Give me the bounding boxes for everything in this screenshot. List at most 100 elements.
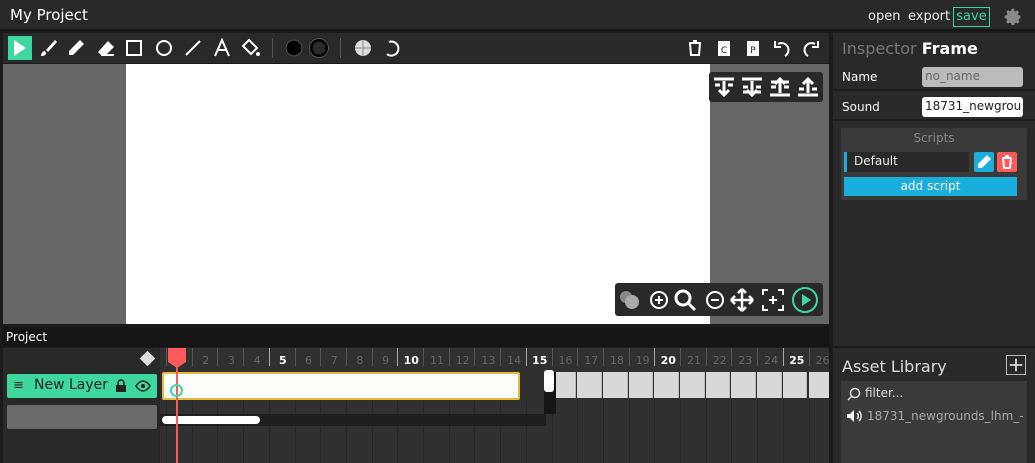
rotate-icon[interactable]	[381, 36, 405, 60]
project-title[interactable]: My Project	[10, 6, 88, 24]
brush-icon[interactable]	[36, 36, 60, 60]
frame-tick	[474, 348, 476, 366]
add-layer-button[interactable]	[7, 405, 157, 429]
frame-number[interactable]: 26	[813, 354, 830, 367]
keyframe-dot-icon[interactable]	[170, 384, 183, 397]
frame-number[interactable]: 11	[427, 354, 447, 367]
frame-number[interactable]: 5	[273, 354, 293, 367]
canvas-area[interactable]	[3, 64, 829, 324]
circle-icon[interactable]	[152, 36, 176, 60]
pencil-icon[interactable]	[64, 36, 88, 60]
open-button[interactable]: open	[868, 9, 900, 24]
paste-icon[interactable]: P	[741, 36, 765, 60]
frame-number[interactable]: 17	[581, 354, 601, 367]
frame-number[interactable]: 2	[196, 354, 216, 367]
frame-number[interactable]: 4	[247, 354, 267, 367]
frame-number[interactable]: 19	[633, 354, 653, 367]
script-item[interactable]: Default	[844, 152, 969, 172]
frames-grid[interactable]: 2 3 4 5 6 7 8 9 10 11 12 13 14 15 16 17 18 19 20 21 22 23 24 25…	[160, 348, 829, 463]
frame-number[interactable]: 7	[324, 354, 344, 367]
stroke-color-swatch[interactable]	[307, 36, 331, 60]
frame-number[interactable]: 23	[735, 354, 755, 367]
fill-color-swatch[interactable]	[282, 36, 306, 60]
frame-number[interactable]: 12	[453, 354, 473, 367]
frame-number[interactable]: 13	[478, 354, 498, 367]
frame-number[interactable]: 14	[504, 354, 524, 367]
frame-cell[interactable]	[680, 372, 705, 398]
move-to-back-icon[interactable]	[712, 75, 736, 99]
play-icon	[802, 294, 811, 306]
frame-cell[interactable]	[577, 372, 602, 398]
frame-number[interactable]: 9	[376, 354, 396, 367]
lock-icon[interactable]	[115, 379, 127, 393]
recenter-icon[interactable]	[760, 287, 786, 313]
layer-row[interactable]: ≡ New Layer	[7, 374, 157, 398]
frame-block[interactable]	[162, 372, 520, 400]
name-field[interactable]: no_name	[922, 67, 1023, 87]
brush-size-icon[interactable]	[351, 36, 375, 60]
frame-number[interactable]: 21	[684, 354, 704, 367]
sound-row: Sound 18731_newgrou	[833, 93, 1035, 121]
copy-icon[interactable]: C	[712, 36, 736, 60]
sound-field[interactable]: 18731_newgrou	[922, 97, 1023, 117]
frame-number[interactable]: 18	[607, 354, 627, 367]
plus-icon[interactable]	[1006, 355, 1026, 375]
asset-filter[interactable]: filter...	[845, 385, 1023, 402]
save-button[interactable]: save	[953, 7, 990, 27]
zoom-out-icon[interactable]	[702, 287, 728, 313]
frame-number[interactable]: 24	[761, 354, 781, 367]
frame-cell[interactable]	[808, 372, 829, 398]
add-script-button[interactable]: add script	[844, 177, 1017, 196]
pan-icon[interactable]	[729, 287, 755, 313]
drag-handle-icon[interactable]: ≡	[13, 378, 24, 393]
redo-icon[interactable]	[799, 36, 823, 60]
undo-icon[interactable]	[770, 36, 794, 60]
edit-script-icon[interactable]	[974, 152, 994, 172]
frame-cell[interactable]	[705, 372, 731, 398]
grid-line	[166, 400, 167, 463]
frame-number[interactable]: 25	[787, 354, 807, 367]
frame-number[interactable]: 6	[299, 354, 319, 367]
zoom-icon[interactable]	[672, 287, 698, 313]
asset-item[interactable]: 18731_newgrounds_lhm_-_	[845, 407, 1023, 425]
frame-number[interactable]: 10	[401, 354, 421, 367]
frame-resize-handle[interactable]	[544, 370, 554, 392]
frame-cell[interactable]	[654, 372, 679, 398]
onion-skin-icon[interactable]	[617, 287, 643, 313]
frame-number[interactable]: 20	[658, 354, 678, 367]
frame-number[interactable]: 15	[530, 354, 550, 367]
zoom-in-icon[interactable]	[646, 287, 672, 313]
frame-cell[interactable]	[782, 372, 808, 398]
frame-cell[interactable]	[602, 372, 628, 398]
frame-cell[interactable]	[757, 372, 782, 398]
cursor-icon[interactable]	[8, 36, 32, 60]
fill-bucket-icon[interactable]	[239, 36, 263, 60]
eraser-icon[interactable]	[94, 36, 118, 60]
line-icon[interactable]	[181, 36, 205, 60]
gear-icon[interactable]	[1003, 7, 1023, 27]
move-forward-icon[interactable]	[768, 75, 792, 99]
grid-line	[371, 400, 373, 463]
text-icon[interactable]	[210, 36, 234, 60]
move-to-front-icon[interactable]	[796, 75, 820, 99]
keyframe-diamond-icon[interactable]	[139, 350, 156, 367]
play-button[interactable]	[792, 287, 818, 313]
frame-cell[interactable]	[628, 372, 654, 398]
playhead[interactable]	[168, 348, 186, 368]
frame-cell[interactable]	[731, 372, 757, 398]
trash-icon[interactable]	[683, 36, 707, 60]
export-button[interactable]: export	[908, 9, 950, 24]
grid-line	[243, 400, 245, 463]
frame-number[interactable]: 8	[350, 354, 370, 367]
frame-number[interactable]: 3	[221, 354, 241, 367]
arrange-toolbar	[709, 72, 823, 102]
frame-number[interactable]: 22	[710, 354, 730, 367]
playhead-line	[176, 366, 178, 463]
layer-name[interactable]: New Layer	[34, 377, 108, 393]
move-backward-icon[interactable]	[740, 75, 764, 99]
delete-script-icon[interactable]	[997, 152, 1017, 172]
asset-library-panel: Asset Library filter... 18731_newgrounds…	[833, 348, 1035, 463]
frame-number[interactable]: 16	[556, 354, 576, 367]
eye-icon[interactable]	[135, 379, 151, 393]
rectangle-icon[interactable]	[122, 36, 146, 60]
